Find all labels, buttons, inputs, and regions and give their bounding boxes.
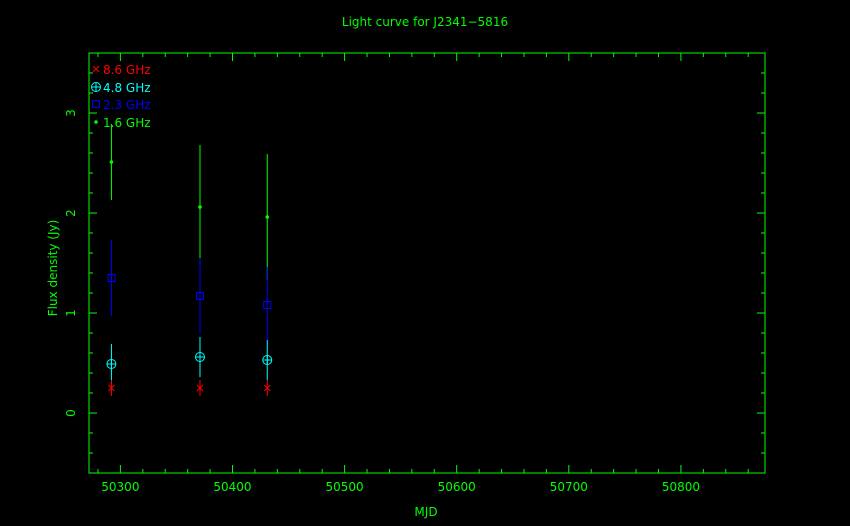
light-curve-chart: Light curve for J2341−5816 50300 50400 505…	[46, 15, 766, 519]
legend-marker	[91, 82, 101, 92]
legend-item: 8.6 GHz	[92, 63, 151, 77]
legend-item: 4.8 GHz	[91, 81, 151, 95]
legend-item: 1.6 GHz	[94, 116, 151, 130]
legend: 8.6 GHz 4.8 GHz 2.3 GHz 1.6 GHz	[91, 63, 151, 130]
x-axis-label: MJD	[414, 505, 437, 519]
series-1-6-ghz	[109, 124, 270, 280]
x-tick-label: 50800	[662, 480, 700, 494]
series-4-8-ghz	[106, 337, 273, 384]
x-tick-label: 50300	[101, 480, 139, 494]
data-point	[265, 215, 270, 219]
data-point	[109, 160, 114, 164]
chart-title: Light curve for J2341−5816	[342, 15, 508, 29]
legend-marker	[92, 65, 100, 73]
x-tick-label: 50400	[213, 480, 251, 494]
data-point	[262, 355, 273, 365]
data-point	[106, 359, 117, 369]
legend-label: 2.3 GHz	[103, 98, 151, 112]
series-8-6-ghz	[108, 380, 271, 396]
y-tick-label: 1	[64, 309, 78, 317]
tick-labels: 50300 50400 50500 50600 50700 50800 0 1 2 3	[64, 109, 700, 494]
series-2-3-ghz	[107, 240, 272, 343]
y-tick-label: 3	[64, 109, 78, 117]
y-tick-label: 2	[64, 209, 78, 217]
data-point	[198, 205, 202, 209]
plot-frame	[88, 52, 766, 474]
legend-label: 1.6 GHz	[103, 116, 151, 130]
data-series	[106, 124, 273, 396]
legend-label: 8.6 GHz	[103, 63, 151, 77]
legend-label: 4.8 GHz	[103, 81, 151, 95]
data-point	[194, 352, 205, 362]
legend-marker	[94, 120, 98, 124]
legend-marker	[92, 100, 100, 108]
y-axis-label: Flux density (Jy)	[46, 220, 60, 317]
axis-ticks	[89, 53, 765, 473]
y-tick-label: 0	[64, 409, 78, 417]
x-tick-label: 50600	[438, 480, 476, 494]
x-tick-label: 50700	[550, 480, 588, 494]
legend-item: 2.3 GHz	[92, 98, 151, 112]
x-tick-label: 50500	[326, 480, 364, 494]
